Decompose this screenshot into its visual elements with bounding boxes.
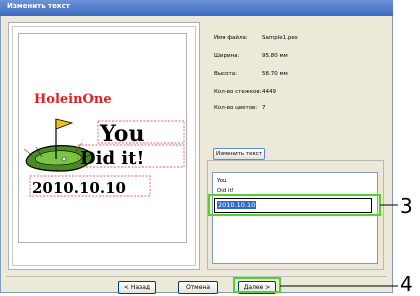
info-value-filename: Sample1.pes <box>262 35 298 41</box>
highlight-editor <box>208 194 381 216</box>
back-button[interactable]: < Назад <box>118 281 156 294</box>
info-label-width: Ширина: <box>214 53 240 59</box>
info-value-stitches: 4449 <box>262 89 276 95</box>
editor-line-2: Did it! <box>217 188 234 193</box>
embroidery-preview: HoleinOne You Did it! 2010.10.10 <box>23 92 185 197</box>
callout-number-4: 4 <box>400 272 413 296</box>
info-label-height: Высота: <box>214 71 237 77</box>
info-label-stitches: Кол-во стежков: <box>214 89 262 95</box>
callout-number-3: 3 <box>400 194 413 218</box>
bottom-separator <box>6 276 387 277</box>
info-value-colors: 7 <box>262 105 266 111</box>
title-bar: Изменить текст <box>0 0 393 16</box>
info-label-colors: Кол-во цветов: <box>214 105 258 111</box>
callout-line-next <box>280 285 398 287</box>
window-title: Изменить текст <box>7 2 70 10</box>
logo-text: HoleinOne <box>34 92 112 107</box>
highlight-next <box>233 277 281 293</box>
info-label-filename: Имя файла: <box>214 35 248 41</box>
cancel-button[interactable]: Отмена <box>178 281 218 294</box>
edit-text-button[interactable]: Изменить текст <box>213 148 265 160</box>
text-editor[interactable] <box>212 172 378 264</box>
editor-line-1: You <box>217 178 227 184</box>
info-value-height: 58.70 мм <box>262 71 288 77</box>
design-line-2: Did it! <box>80 148 144 169</box>
design-line-3: 2010.10.10 <box>32 179 126 197</box>
info-value-width: 95.80 мм <box>262 53 288 59</box>
